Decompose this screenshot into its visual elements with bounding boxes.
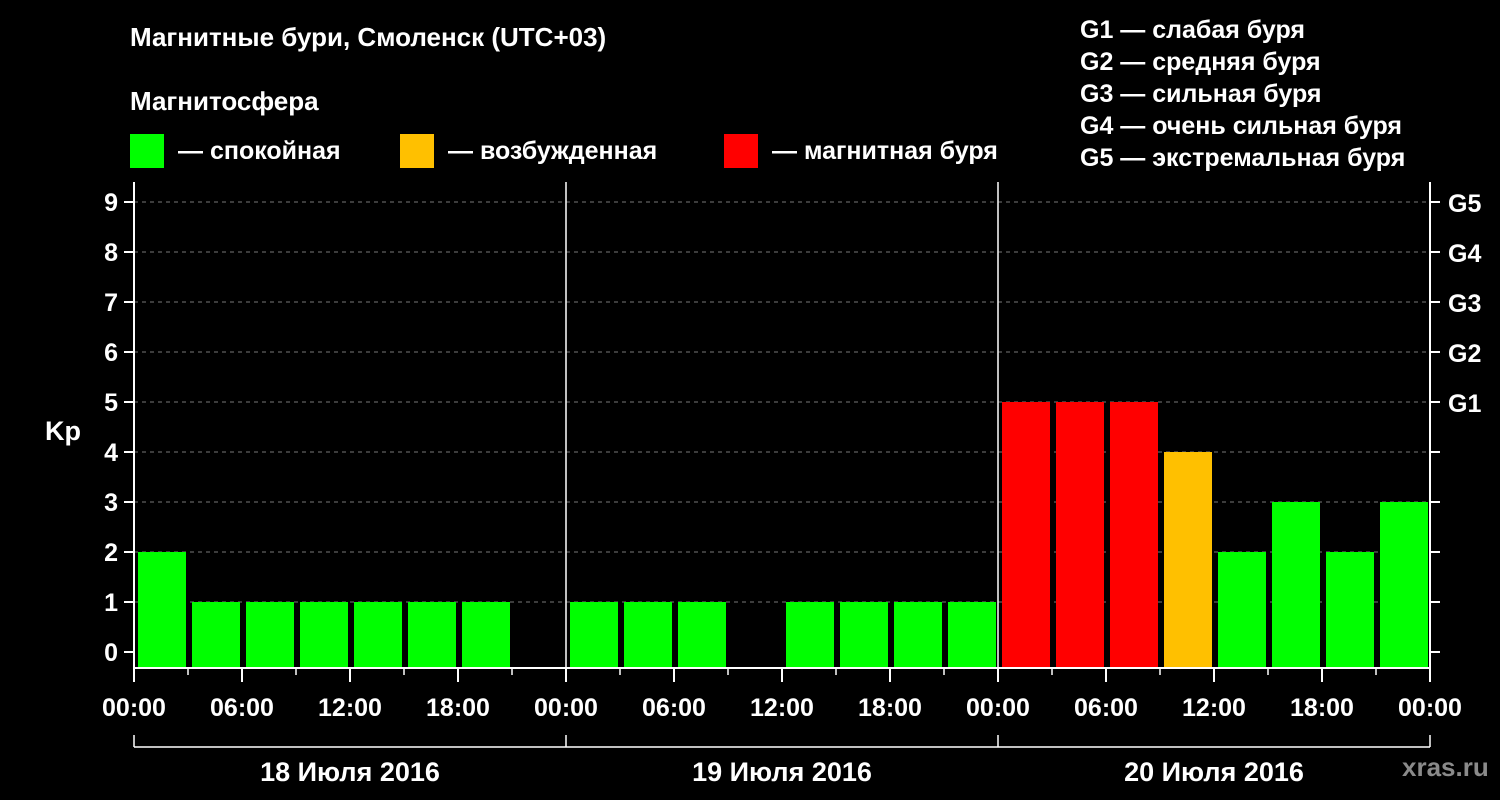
x-tick-label-1: 06:00 bbox=[210, 694, 274, 722]
x-tick-label-0: 00:00 bbox=[102, 694, 166, 722]
x-tick-label-7: 18:00 bbox=[858, 694, 922, 722]
bar-9 bbox=[624, 602, 672, 668]
right-tick-label-G1: G1 bbox=[1448, 390, 1481, 418]
x-tick-label-6: 12:00 bbox=[750, 694, 814, 722]
x-tick-label-3: 18:00 bbox=[426, 694, 490, 722]
bar-16 bbox=[1002, 402, 1050, 668]
x-tick-label-11: 18:00 bbox=[1290, 694, 1354, 722]
bar-18 bbox=[1110, 402, 1158, 668]
bar-15 bbox=[948, 602, 996, 668]
right-tick-label-G4: G4 bbox=[1448, 240, 1481, 268]
bar-8 bbox=[570, 602, 618, 668]
x-tick-label-12: 00:00 bbox=[1398, 694, 1462, 722]
bar-2 bbox=[246, 602, 294, 668]
bar-20 bbox=[1218, 552, 1266, 668]
bar-3 bbox=[300, 602, 348, 668]
y-tick-label-2: 2 bbox=[104, 539, 118, 567]
x-tick-label-2: 12:00 bbox=[318, 694, 382, 722]
bar-10 bbox=[678, 602, 726, 668]
bar-4 bbox=[354, 602, 402, 668]
x-tick-label-10: 12:00 bbox=[1182, 694, 1246, 722]
right-tick-label-G2: G2 bbox=[1448, 340, 1481, 368]
y-tick-label-6: 6 bbox=[104, 339, 118, 367]
bar-22 bbox=[1326, 552, 1374, 668]
x-tick-label-8: 00:00 bbox=[966, 694, 1030, 722]
x-tick-label-9: 06:00 bbox=[1074, 694, 1138, 722]
day-label-2: 20 Июля 2016 bbox=[1124, 757, 1304, 787]
bar-12 bbox=[786, 602, 834, 668]
y-tick-label-9: 9 bbox=[104, 189, 118, 217]
y-tick-label-4: 4 bbox=[104, 439, 118, 467]
x-tick-label-5: 06:00 bbox=[642, 694, 706, 722]
y-axis-label: Kp bbox=[45, 416, 81, 446]
bar-5 bbox=[408, 602, 456, 668]
x-tick-label-4: 00:00 bbox=[534, 694, 598, 722]
bar-0 bbox=[138, 552, 186, 668]
bar-14 bbox=[894, 602, 942, 668]
bar-21 bbox=[1272, 502, 1320, 668]
y-tick-label-1: 1 bbox=[104, 589, 118, 617]
right-tick-label-G3: G3 bbox=[1448, 290, 1481, 318]
bar-6 bbox=[462, 602, 510, 668]
y-tick-label-7: 7 bbox=[104, 289, 118, 317]
right-tick-label-G5: G5 bbox=[1448, 190, 1481, 218]
y-tick-label-8: 8 bbox=[104, 239, 118, 267]
day-label-0: 18 Июля 2016 bbox=[260, 757, 440, 787]
y-tick-label-3: 3 bbox=[104, 489, 118, 517]
y-tick-label-0: 0 bbox=[104, 639, 118, 667]
day-label-1: 19 Июля 2016 bbox=[692, 757, 872, 787]
kp-bar-chart: 0 1 2 3 4 5 6 7 8 9 G1 G2 G3 G4 G5 Kp 00:00 06:00 12:00 18:… bbox=[45, 182, 1481, 787]
bar-19 bbox=[1164, 452, 1212, 668]
bar-13 bbox=[840, 602, 888, 668]
bar-17 bbox=[1056, 402, 1104, 668]
bar-1 bbox=[192, 602, 240, 668]
y-tick-label-5: 5 bbox=[104, 389, 118, 417]
watermark: xras.ru bbox=[1402, 752, 1489, 782]
bar-23 bbox=[1380, 502, 1428, 668]
